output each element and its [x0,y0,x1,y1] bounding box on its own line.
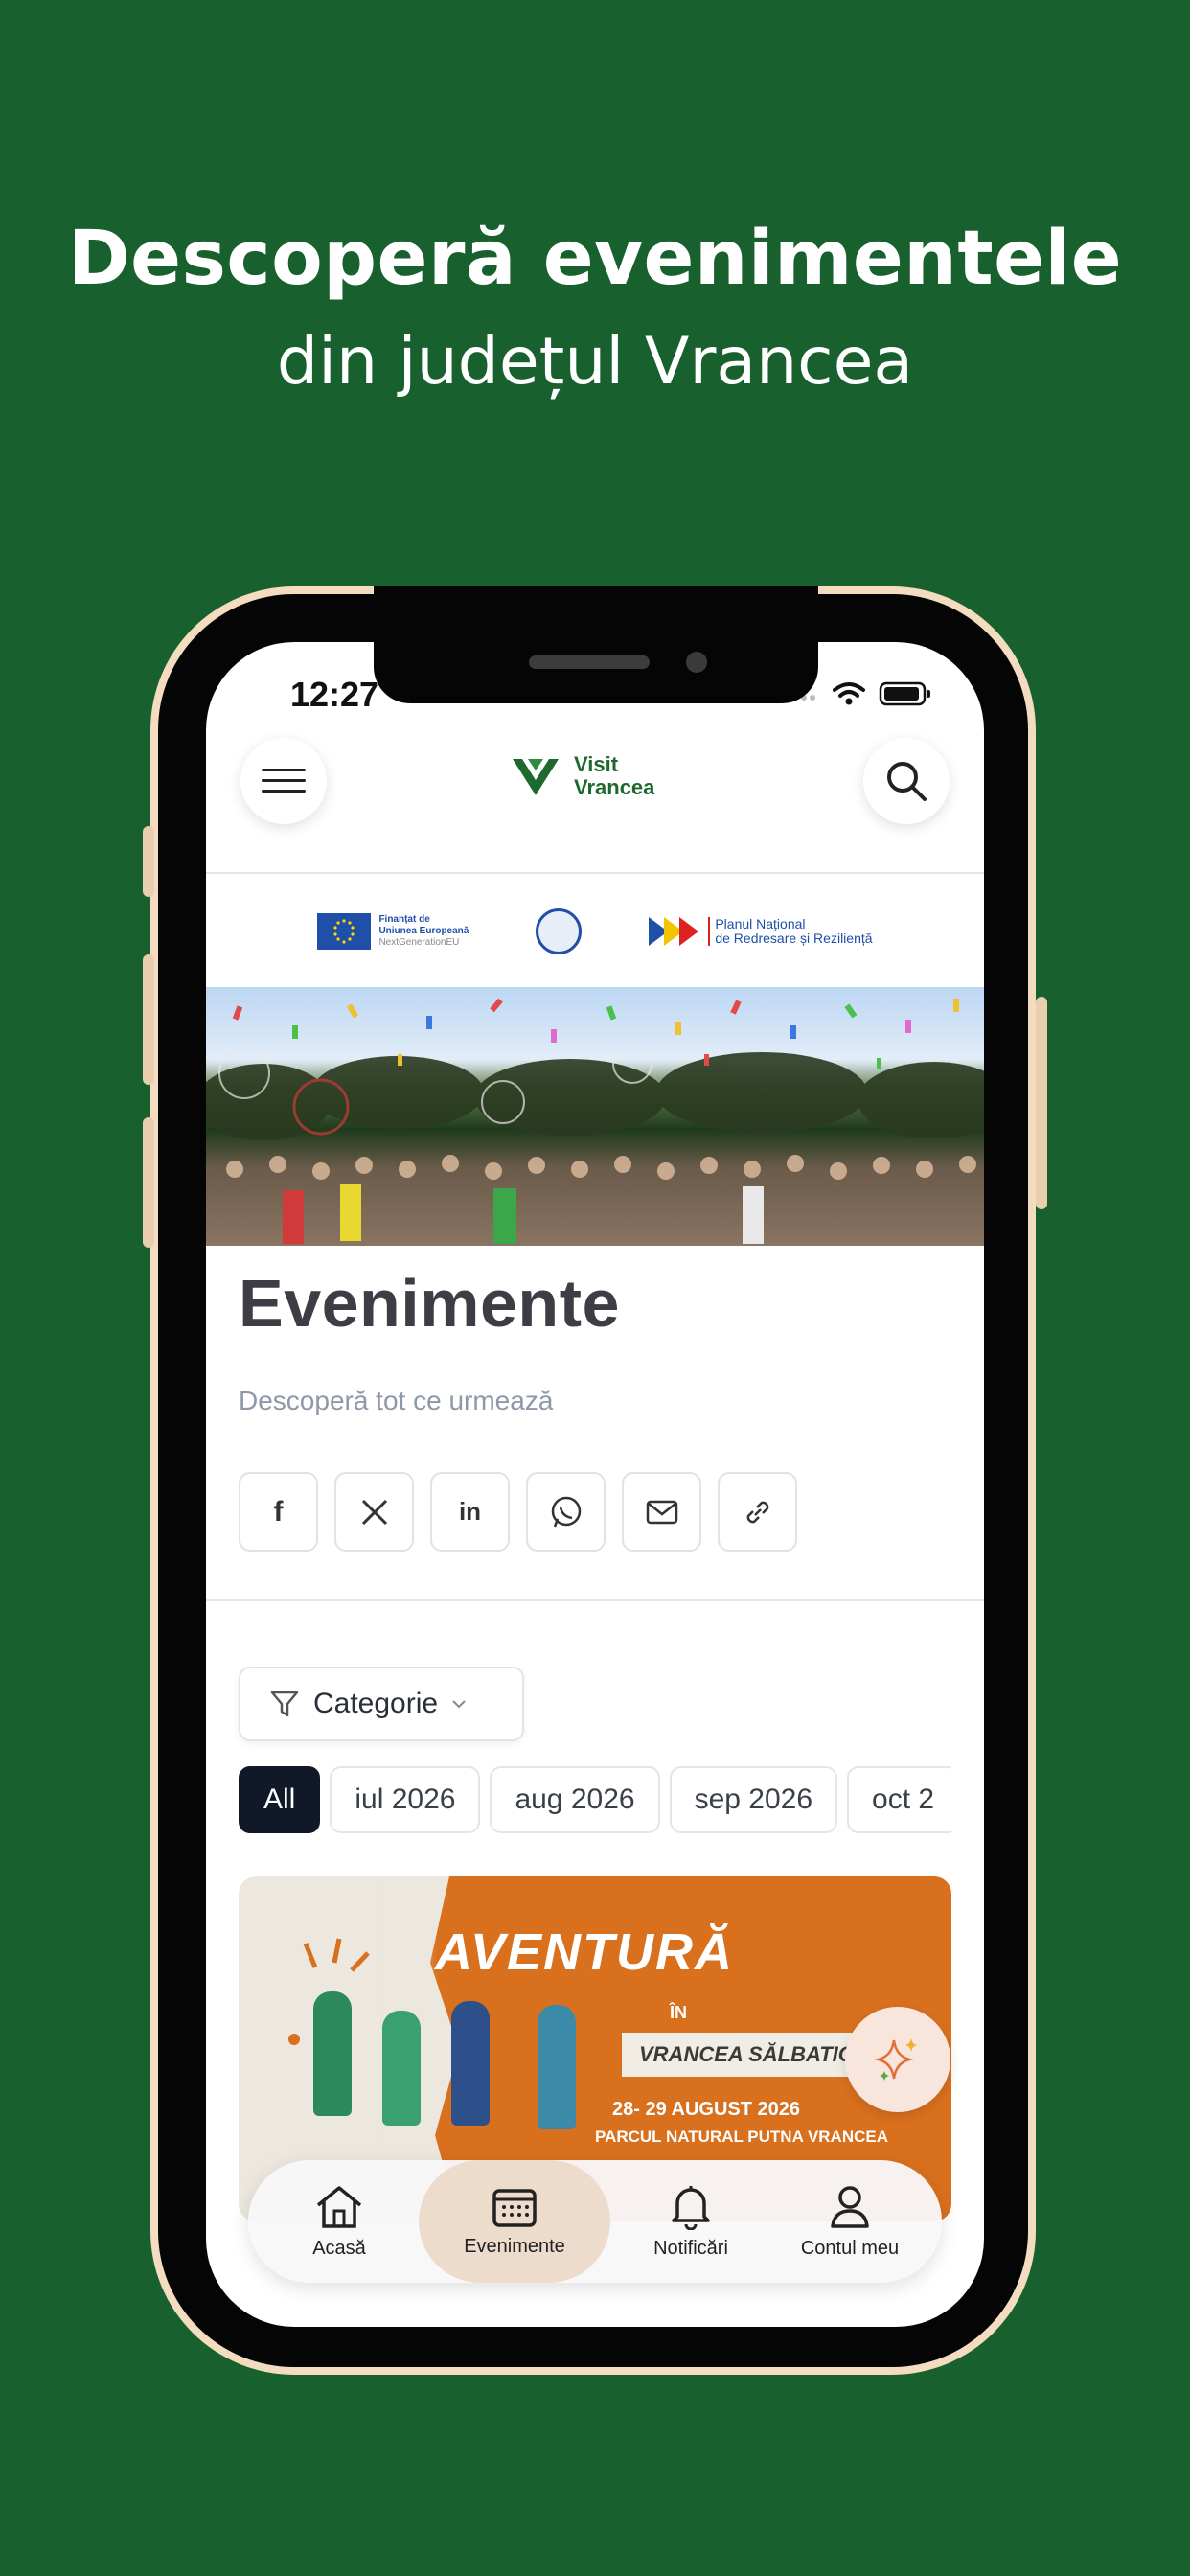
tab-notifications[interactable]: Notificări [614,2160,767,2283]
pnrr-text-line2: de Redresare și Reziliență [715,931,873,946]
chip-month[interactable]: iul 2026 [330,1766,481,1833]
facebook-icon: f [273,1495,284,1528]
whatsapp-icon [551,1496,581,1527]
chip-month[interactable]: aug 2026 [490,1766,660,1833]
user-icon [831,2185,869,2228]
sparkle-icon [874,2038,917,2081]
runner-figure [382,2011,421,2126]
link-icon [746,1501,768,1523]
calendar-icon [492,2188,537,2227]
wifi-icon [833,682,865,705]
event-date: 28- 29 AUGUST 2026 [612,2099,801,2120]
hamburger-icon [262,769,306,793]
eu-funding-logo: Finanțat de Uniunea Europeană NextGenera… [317,913,469,950]
pnrr-text-line1: Planul Național [715,916,806,932]
chevron-down-icon [452,1700,466,1709]
mountain-logo-icon [513,759,559,795]
page-subtitle: Descoperă tot ce urmează [239,1386,554,1415]
filter-icon [270,1690,299,1717]
event-in-text: ÎN [670,2003,687,2022]
category-filter-button[interactable]: Categorie [239,1667,524,1741]
page-title: Evenimente [239,1266,620,1341]
mail-icon [646,1500,677,1524]
phone-button [143,1117,154,1248]
ai-assistant-button[interactable] [845,2007,950,2112]
logo-line1: Visit [574,752,619,776]
share-linkedin-button[interactable]: in [430,1472,510,1552]
hero-image [206,987,984,1246]
home-icon [316,2185,362,2228]
tab-account[interactable]: Contul meu [771,2160,928,2283]
app-header [206,728,984,874]
app-logo[interactable]: Visit Vrancea [511,753,654,799]
tab-events-label: Evenimente [464,2235,565,2257]
tab-events[interactable]: Evenimente [419,2160,610,2283]
pnrr-logo: Planul Național de Redresare și Rezilien… [649,915,873,948]
phone-screen: 12:27 Visit Vrancea Finanțat de Uniunea … [206,642,984,2327]
chip-month[interactable]: oct 2 [847,1766,951,1833]
government-seal-icon [536,908,583,954]
event-place: PARCUL NATURAL PUTNA VRANCEA [595,2128,888,2146]
bell-icon [672,2185,710,2230]
eu-text-line2: Uniunea Europeană [378,926,469,936]
share-x-button[interactable] [334,1472,414,1552]
search-icon [887,762,927,801]
phone-button [1036,997,1047,1209]
share-facebook-button[interactable]: f [239,1472,318,1552]
section-divider [206,1599,984,1601]
eu-flag-icon [317,913,372,950]
runner-figure [538,2005,576,2129]
menu-button[interactable] [240,738,327,824]
tab-home[interactable]: Acasă [267,2160,411,2283]
chip-month[interactable]: sep 2026 [669,1766,838,1833]
share-email-button[interactable] [622,1472,701,1552]
linkedin-icon: in [458,1497,482,1526]
copy-link-button[interactable] [718,1472,797,1552]
tab-account-label: Contul meu [800,2237,900,2259]
month-filter-chips: All iul 2026 aug 2026 sep 2026 oct 2 [239,1766,951,1835]
event-title: AVENTURĂ [435,1923,734,1981]
status-time: 12:27 [290,675,379,714]
pnrr-flag-icon [649,917,699,946]
logo-line2: Vrancea [574,775,655,799]
runner-figure [451,2001,490,2126]
tab-home-label: Acasă [312,2237,366,2259]
category-filter-label: Categorie [313,1688,439,1719]
runner-figure [313,1991,352,2116]
share-whatsapp-button[interactable] [526,1472,606,1552]
phone-button [143,826,154,897]
bottom-tab-bar: Acasă Evenimente Notificări Contul meu [248,2160,942,2283]
notch-speaker [529,656,650,669]
promo-title: Descoperă evenimentele [67,216,1123,302]
chip-all[interactable]: All [239,1766,321,1833]
eu-text-line1: Finanțat de [378,914,430,925]
phone-button [143,954,154,1085]
funding-banner: Finanțat de Uniunea Europeană NextGenera… [206,876,984,987]
promo-subtitle: din județul Vrancea [276,324,914,400]
x-icon [361,1499,387,1525]
battery-icon [879,681,930,706]
search-button[interactable] [863,738,950,824]
tab-notifications-label: Notificări [653,2237,728,2259]
notch-camera [686,652,707,673]
eu-text-line3: NextGenerationEU [378,937,460,948]
phone-notch [374,586,818,703]
share-buttons: f in [239,1472,797,1552]
